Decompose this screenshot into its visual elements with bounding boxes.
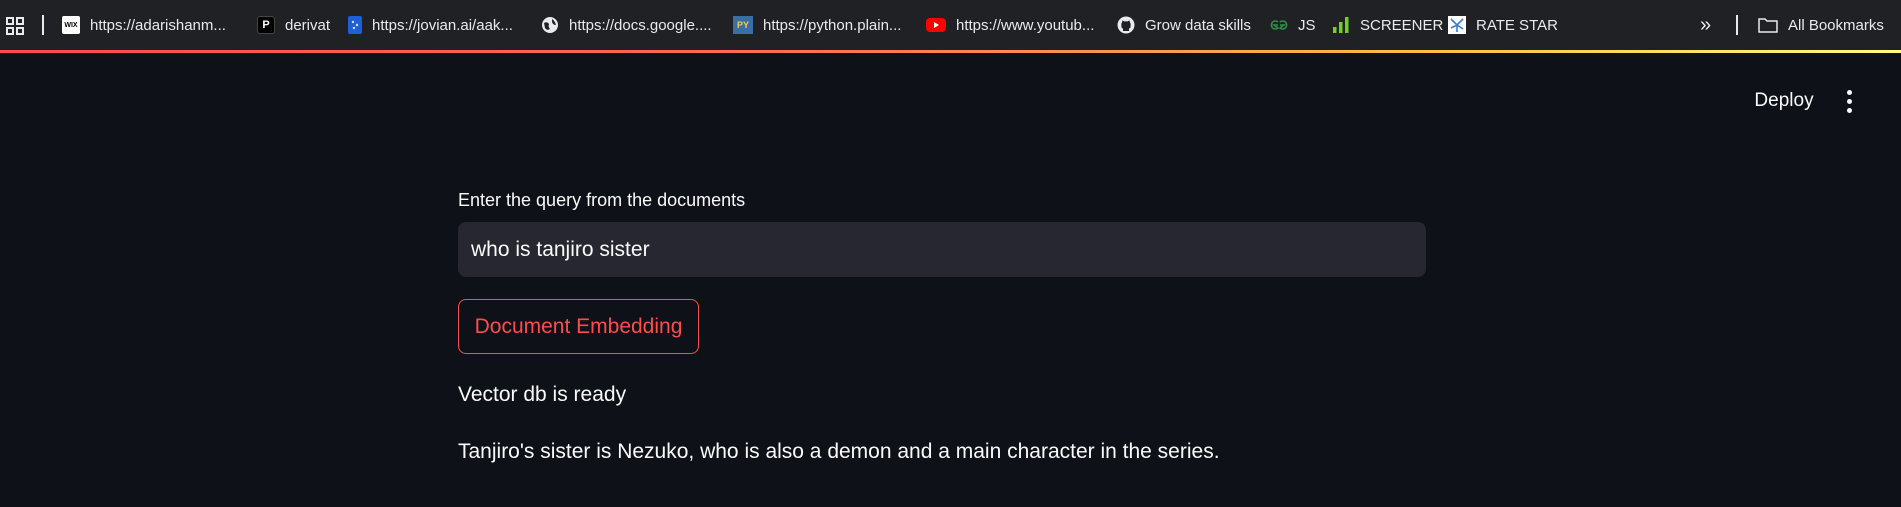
bookmark-label: JS [1298,16,1316,34]
p-logo-icon: P [257,16,275,34]
bookmark-derivat[interactable]: P derivat [257,13,330,37]
bookmark-label: https://docs.google.... [569,16,712,34]
ratestar-icon [1448,16,1466,34]
py-icon: PY [733,16,753,34]
query-input[interactable] [458,222,1426,277]
bookmark-label: SCREENER [1360,16,1444,34]
all-bookmarks-label: All Bookmarks [1788,16,1884,34]
globe-icon [541,16,559,34]
wix-icon: WIX [62,16,80,34]
deploy-button[interactable]: Deploy [1748,86,1820,116]
header-decoration-bar [0,50,1901,53]
bookmark-label: derivat [285,16,331,34]
apps-grid-icon[interactable] [6,17,24,35]
bar-chart-icon [1332,16,1350,34]
bookmark-rate-star[interactable]: RATE STAR [1448,13,1558,37]
youtube-icon [926,16,946,34]
status-text: Vector db is ready [458,383,627,406]
more-bookmarks-chevron-icon[interactable]: » [1700,13,1711,37]
main-menu-icon[interactable] [1838,88,1860,114]
bookmark-python-plain[interactable]: PY https://python.plain... [733,13,901,37]
bookmark-wix[interactable]: WIX https://adarishanm... [62,13,226,37]
gfg-icon [1270,16,1288,34]
bookmark-js[interactable]: JS [1270,13,1316,37]
bookmarks-separator [42,15,44,35]
bookmark-youtube[interactable]: https://www.youtub... [926,13,1094,37]
answer-text: Tanjiro's sister is Nezuko, who is also … [458,440,1220,463]
bookmark-docs-google[interactable]: https://docs.google.... [541,13,712,37]
document-embedding-button[interactable]: Document Embedding [458,299,699,354]
bookmark-label: https://python.plain... [763,16,902,34]
bookmarks-bar: WIX https://adarishanm... P derivat http… [0,0,1901,50]
bookmark-grow-data-skills[interactable]: Grow data skills [1117,13,1251,37]
bookmark-label: https://jovian.ai/aak... [372,16,513,34]
bookmarks-separator [1736,15,1738,35]
bookmark-label: Grow data skills [1145,16,1251,34]
all-bookmarks-button[interactable]: All Bookmarks [1758,13,1884,37]
github-icon [1117,16,1135,34]
bookmark-label: https://adarishanm... [90,16,226,34]
bookmark-jovian[interactable]: https://jovian.ai/aak... [348,13,513,37]
bookmark-label: https://www.youtub... [956,16,1095,34]
jovian-icon [348,16,362,34]
bookmark-label: RATE STAR [1476,16,1558,34]
bookmark-screener[interactable]: SCREENER [1332,13,1443,37]
query-label: Enter the query from the documents [458,190,746,210]
folder-icon [1758,16,1778,34]
